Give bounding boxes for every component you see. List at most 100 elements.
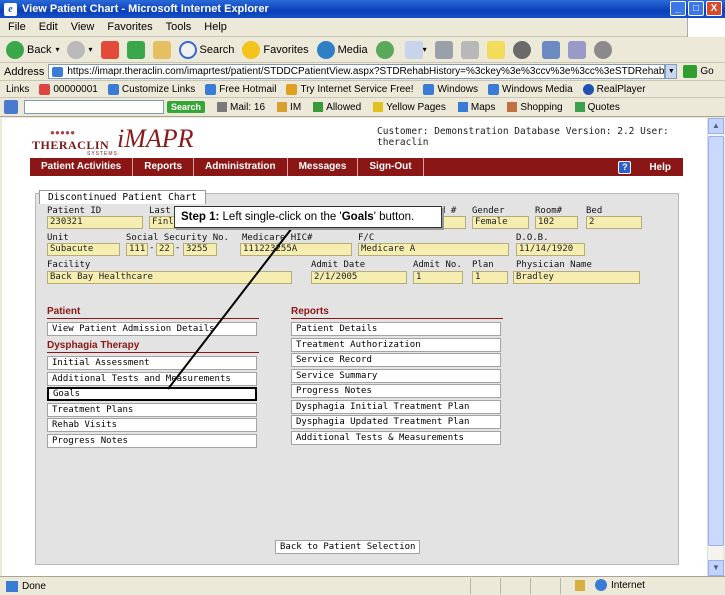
- block-button[interactable]: [512, 40, 534, 59]
- menu-bar: File Edit View Favorites Tools Help: [0, 18, 725, 37]
- nav-patient-activities[interactable]: Patient Activities: [30, 158, 134, 176]
- help-button[interactable]: ? Help: [618, 160, 683, 174]
- discuss-button[interactable]: [593, 40, 615, 59]
- bed-field: 2: [586, 216, 642, 229]
- star-icon: [242, 40, 261, 59]
- link-00000001[interactable]: 00000001: [39, 83, 98, 95]
- history-button[interactable]: [375, 40, 397, 59]
- shopping-item[interactable]: Shopping: [507, 102, 563, 113]
- report-patient-details[interactable]: Patient Details: [291, 322, 501, 336]
- scroll-up-button[interactable]: ▲: [708, 118, 724, 134]
- menu-favorites[interactable]: Favorites: [107, 21, 152, 33]
- forward-button[interactable]: ▾: [67, 40, 93, 59]
- menu-tools[interactable]: Tools: [166, 21, 192, 33]
- stop-button[interactable]: [100, 40, 119, 59]
- address-dropdown[interactable]: ▼: [665, 64, 678, 79]
- nav-sign-out[interactable]: Sign-Out: [358, 158, 424, 176]
- edit-button[interactable]: [460, 40, 479, 59]
- report-dysphagia-updated-plan[interactable]: Dysphagia Updated Treatment Plan: [291, 415, 501, 429]
- link-windows-media[interactable]: Windows Media: [488, 83, 573, 95]
- additional-tests-button[interactable]: Additional Tests and Measurements: [47, 372, 257, 386]
- search-button[interactable]: Search: [178, 40, 234, 59]
- patient-id-field: 230321: [47, 216, 143, 229]
- menu-file[interactable]: File: [8, 21, 26, 33]
- goals-button[interactable]: Goals: [47, 387, 257, 401]
- section-divider: [47, 352, 259, 353]
- ssn-part1-field: 111: [126, 243, 148, 256]
- im-item[interactable]: IM: [277, 102, 301, 113]
- link-windows[interactable]: Windows: [423, 83, 478, 95]
- favorites-button[interactable]: Favorites: [242, 40, 309, 59]
- close-button[interactable]: X: [706, 1, 722, 16]
- address-input[interactable]: https://imapr.theraclin.com/imaprtest/pa…: [48, 64, 666, 79]
- scroll-down-button[interactable]: ▼: [708, 560, 724, 576]
- nav-reports[interactable]: Reports: [133, 158, 195, 176]
- media-button[interactable]: Media: [316, 40, 368, 59]
- messenger-icon: [541, 40, 560, 59]
- menu-help[interactable]: Help: [204, 21, 227, 33]
- home-icon: [152, 40, 171, 59]
- mail-button[interactable]: ▾: [404, 40, 427, 59]
- back-button[interactable]: Back ▾: [6, 40, 59, 59]
- address-bar: Address https://imapr.theraclin.com/imap…: [0, 63, 725, 81]
- facility-field: Back Bay Healthcare: [47, 271, 292, 284]
- research-button[interactable]: [567, 40, 586, 59]
- yellow-pages-icon: [373, 102, 384, 112]
- realplayer-icon: [582, 83, 594, 95]
- label-admit-date: Admit Date: [311, 260, 366, 270]
- toolbar-menu-icon[interactable]: [4, 100, 18, 114]
- link-page-icon: [107, 83, 119, 95]
- quotes-item[interactable]: Quotes: [574, 102, 620, 113]
- note-button[interactable]: [486, 40, 505, 59]
- nav-messages[interactable]: Messages: [288, 158, 359, 176]
- rehab-visits-button[interactable]: Rehab Visits: [47, 418, 257, 432]
- progress-notes-button[interactable]: Progress Notes: [47, 434, 257, 448]
- link-customize-links[interactable]: Customize Links: [107, 83, 195, 95]
- stop-icon: [100, 40, 119, 59]
- fc-field: Medicare A: [358, 243, 509, 256]
- mail-item[interactable]: Mail: 16: [217, 102, 265, 113]
- toolbar-search-input[interactable]: [24, 100, 164, 114]
- popup-allowed-item[interactable]: Allowed: [313, 102, 361, 113]
- menu-edit[interactable]: Edit: [39, 21, 58, 33]
- link-page-icon: [205, 83, 217, 95]
- im-icon: [277, 102, 288, 112]
- report-treatment-authorization[interactable]: Treatment Authorization: [291, 338, 501, 352]
- back-to-patient-selection-button[interactable]: Back to Patient Selection: [275, 540, 420, 554]
- yellow-pages-item[interactable]: Yellow Pages: [373, 102, 446, 113]
- label-bed: Bed: [586, 206, 603, 216]
- link-page-icon: [423, 83, 435, 95]
- tab-discontinued-patient-chart[interactable]: Discontinued Patient Chart: [39, 190, 206, 204]
- maximize-button[interactable]: □: [688, 1, 704, 16]
- toolbar-search-button[interactable]: Search: [167, 101, 206, 113]
- refresh-icon: [126, 40, 145, 59]
- scroll-thumb[interactable]: [708, 136, 724, 546]
- label-room: Room#: [535, 206, 563, 216]
- label-plan: Plan: [472, 260, 494, 270]
- gender-field: Female: [472, 216, 529, 229]
- link-try-internet[interactable]: Try Internet Service Free!: [286, 83, 413, 95]
- maps-item[interactable]: Maps: [457, 102, 495, 113]
- minimize-button[interactable]: _: [670, 1, 686, 16]
- vertical-scrollbar[interactable]: ▲ ▼: [707, 118, 724, 576]
- refresh-button[interactable]: [126, 40, 145, 59]
- nav-administration[interactable]: Administration: [194, 158, 288, 176]
- report-dysphagia-initial-plan[interactable]: Dysphagia Initial Treatment Plan: [291, 400, 501, 414]
- treatment-plans-button[interactable]: Treatment Plans: [47, 403, 257, 417]
- initial-assessment-button[interactable]: Initial Assessment: [47, 356, 257, 370]
- home-button[interactable]: [152, 40, 171, 59]
- view-patient-admission-details-button[interactable]: View Patient Admission Details: [47, 322, 257, 336]
- theraclin-logo: ● ● ● ● ● THERACLIN SYSTEMS iMAPR: [32, 124, 194, 157]
- go-button[interactable]: Go: [683, 65, 714, 78]
- print-button[interactable]: [434, 40, 453, 59]
- physician-field: Bradley: [513, 271, 640, 284]
- report-additional-tests[interactable]: Additional Tests & Measurements: [291, 431, 501, 445]
- menu-view[interactable]: View: [71, 21, 95, 33]
- report-service-summary[interactable]: Service Summary: [291, 369, 501, 383]
- link-realplayer[interactable]: RealPlayer: [582, 83, 646, 95]
- link-free-hotmail[interactable]: Free Hotmail: [205, 83, 276, 95]
- report-progress-notes[interactable]: Progress Notes: [291, 384, 501, 398]
- messenger-button[interactable]: [541, 40, 560, 59]
- window-title-bar: e View Patient Chart - Microsoft Interne…: [0, 0, 725, 18]
- report-service-record[interactable]: Service Record: [291, 353, 501, 367]
